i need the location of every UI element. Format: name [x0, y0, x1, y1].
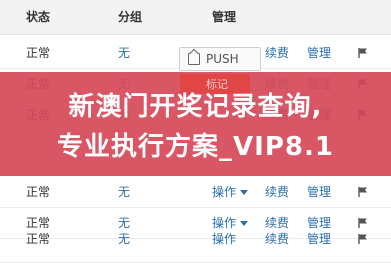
push-icon	[188, 53, 200, 65]
manage-link[interactable]: 管理	[307, 177, 331, 207]
status-cell: 正常	[26, 232, 51, 246]
table-header: 状态 分组 管理	[0, 0, 391, 35]
manage-link[interactable]: 管理	[307, 38, 331, 68]
renew-link[interactable]: 续费	[265, 224, 289, 254]
flag-icon[interactable]	[357, 47, 369, 59]
group-cell[interactable]: 无	[118, 224, 130, 254]
push-button[interactable]: PUSH	[179, 47, 261, 71]
chevron-down-icon[interactable]	[240, 190, 248, 195]
action-link[interactable]: 操作	[212, 224, 236, 254]
table-row: 正常 无 操作 续费 管理	[0, 177, 391, 208]
flag-icon[interactable]	[357, 233, 369, 245]
status-cell: 正常	[26, 185, 51, 199]
chevron-down-icon[interactable]	[240, 221, 248, 226]
manage-link[interactable]: 管理	[307, 224, 331, 254]
status-cell: 正常	[26, 46, 51, 60]
banner-line-1: 新澳门开奖记录查询,	[68, 92, 323, 122]
header-group: 分组	[118, 10, 143, 24]
action-link[interactable]: 操作	[212, 177, 236, 207]
push-button-label: PUSH	[206, 52, 239, 66]
header-manage: 管理	[212, 10, 237, 24]
renew-link[interactable]: 续费	[265, 177, 289, 207]
header-status: 状态	[26, 10, 51, 24]
group-cell[interactable]: 无	[118, 38, 130, 68]
flag-icon[interactable]	[357, 186, 369, 198]
banner-line-2: 专业执行方案_VIP8.1	[57, 132, 334, 162]
group-cell[interactable]: 无	[118, 177, 130, 207]
flag-icon[interactable]	[357, 217, 369, 229]
table-row: 正常 无 操作 续费 管理	[0, 232, 391, 263]
renew-link[interactable]: 续费	[265, 38, 289, 68]
